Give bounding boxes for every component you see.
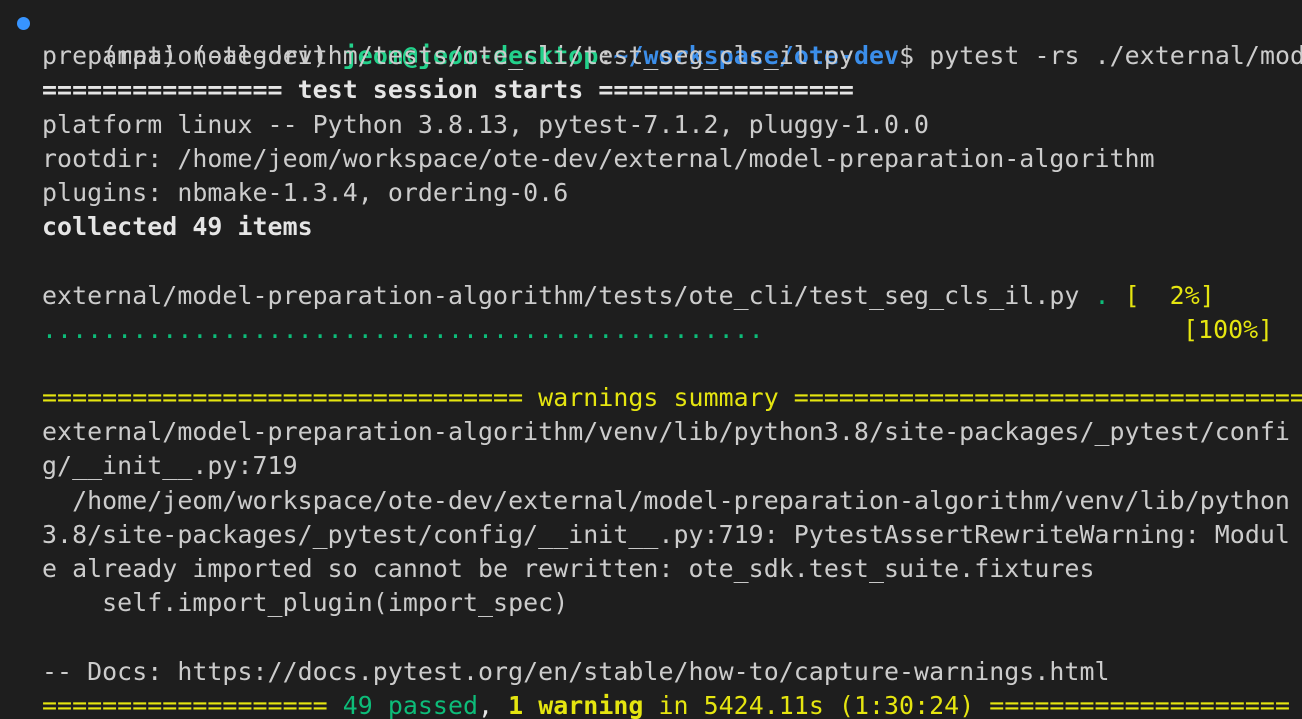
separator: ================= (598, 75, 854, 105)
collected-line: collected 49 items (42, 212, 313, 242)
plugins-line: plugins: nbmake-1.3.4, ordering-0.6 (42, 177, 569, 207)
command-decoration-icon[interactable] (17, 17, 30, 30)
elapsed-time: in 5424.11s (1:30:24) (643, 690, 990, 719)
progress-percent: [ 2%] (1109, 280, 1215, 310)
test-dot: . (1079, 280, 1110, 310)
test-dots: ........................................… (42, 314, 764, 344)
docs-link-line[interactable]: -- Docs: https://docs.pytest.org/en/stab… (0, 655, 1302, 689)
passed-count: 49 passed (327, 690, 479, 719)
warning-source-line: self.import_plugin(import_spec) (42, 588, 569, 618)
test-file-path: external/model-preparation-algorithm/tes… (42, 280, 1080, 310)
separator: ==================== (989, 690, 1290, 719)
session-header: ================ test session starts ===… (0, 73, 1302, 107)
progress-percent-final: [100%] (1183, 314, 1274, 344)
summary-comma: , (478, 690, 494, 719)
warning-message-wrap: 3.8/site-packages/_pytest/config/__init_… (42, 519, 1290, 549)
warning-message: /home/jeom/workspace/ote-dev/external/mo… (42, 485, 1290, 515)
separator: ================================ (42, 383, 524, 413)
warnings-title: warnings summary (523, 383, 794, 413)
test-progress-line: external/model-preparation-algorithm/tes… (0, 279, 1302, 313)
platform-line: platform linux -- Python 3.8.13, pytest-… (42, 109, 930, 139)
session-title: test session starts (282, 75, 599, 105)
warning-message-wrap-2: e already imported so cannot be rewritte… (42, 554, 1095, 583)
warning-location: external/model-preparation-algorithm/ven… (42, 417, 1290, 447)
terminal-window[interactable]: (mpa) (ote-dev) jeom@jeom-desktop:~/work… (0, 0, 1302, 719)
final-summary: =================== 49 passed, 1 warning… (0, 689, 1302, 719)
separator: =================== (42, 690, 328, 719)
rootdir-line: rootdir: /home/jeom/workspace/ote-dev/ex… (42, 143, 1155, 173)
warning-count: 1 warning (493, 690, 644, 719)
command-line-wrap: preparation-algorithm/tests/ote_cli/test… (0, 39, 1302, 73)
warnings-header: ================================ warning… (0, 381, 1302, 415)
separator: ================ (42, 75, 283, 105)
test-progress-line-2: ........................................… (0, 313, 1302, 347)
warning-location-wrap: g/__init__.py:719 (42, 451, 298, 481)
separator: =================================== (793, 383, 1302, 413)
command-line: (mpa) (ote-dev) jeom@jeom-desktop:~/work… (0, 5, 1302, 70)
command-text-continued: preparation-algorithm/tests/ote_cli/test… (42, 41, 854, 71)
